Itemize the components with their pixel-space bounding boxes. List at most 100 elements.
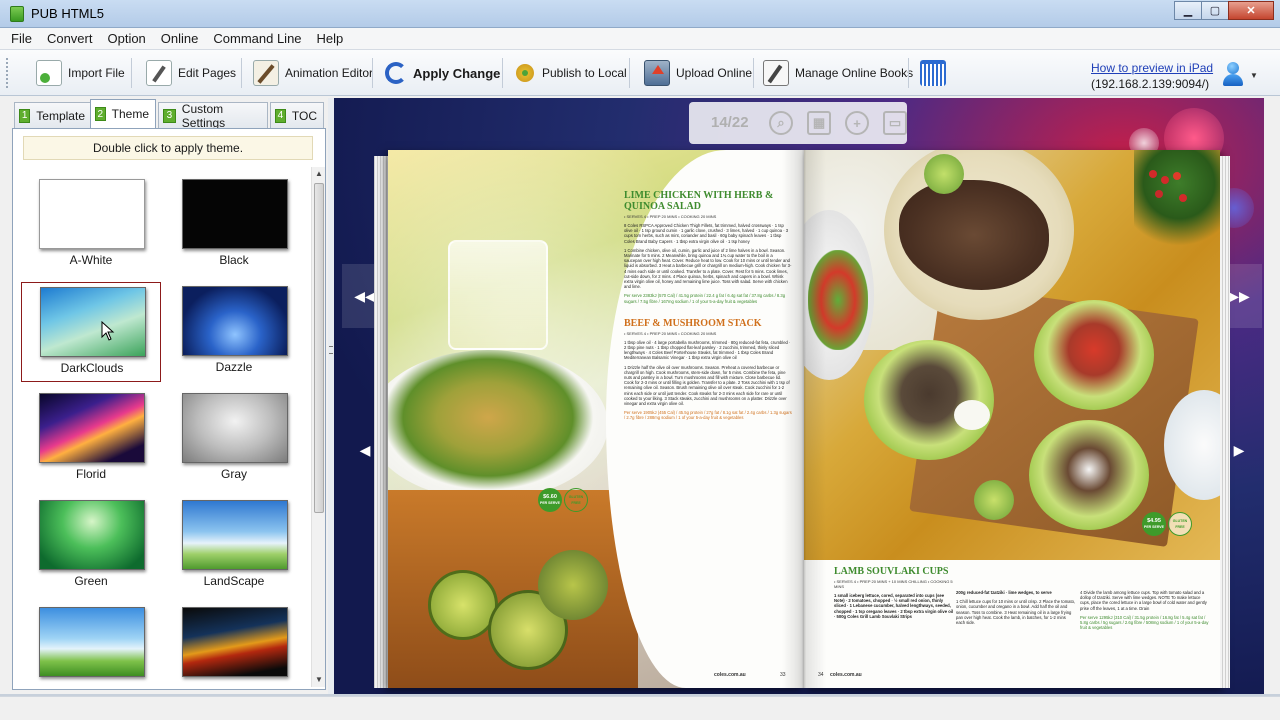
page-footer-site: coles.com.au: [714, 672, 746, 678]
minimize-button[interactable]: ▁: [1174, 1, 1202, 20]
toolbar-separator: [502, 58, 503, 88]
splitter-grip-icon: [329, 346, 333, 354]
preview-ipad-link[interactable]: How to preview in iPad: [1091, 61, 1213, 75]
menu-option[interactable]: Option: [107, 31, 145, 46]
recipe-ingredients: 1 tbsp olive oil · 4 large portabella mu…: [624, 339, 791, 361]
price-badge: $6.60 PER SERVE: [538, 488, 562, 512]
page-indicator[interactable]: 14/22: [711, 114, 749, 131]
barcode-button[interactable]: [920, 56, 952, 90]
left-panel: 1 Template 2 Theme 3 Custom Settings 4 T…: [10, 98, 328, 694]
theme-label: DarkClouds: [60, 361, 124, 375]
lime-wedge: [974, 480, 1014, 520]
manage-online-books-button[interactable]: Manage Online Books: [763, 56, 913, 90]
scroll-up-icon[interactable]: ▲: [312, 167, 326, 181]
menu-help[interactable]: Help: [317, 31, 344, 46]
tab-theme[interactable]: 2 Theme: [90, 99, 156, 128]
animation-editor-label: Animation Editor: [285, 66, 374, 80]
right-page[interactable]: $4.95 PER SERVE GLUTEN FREE LAMB SOUVLAKI…: [804, 150, 1220, 688]
left-page[interactable]: LIME CHICKEN WITH HERB & QUINOA SALAD • …: [388, 150, 804, 688]
zoom-in-icon[interactable]: +: [845, 111, 869, 135]
theme-thumbnail: [39, 179, 145, 249]
recipe-column-right-2: 200g reduced-fat tzatziki · lime wedges,…: [956, 590, 1076, 625]
maximize-button[interactable]: ▢: [1201, 1, 1229, 20]
theme-list: A-White Black DarkClouds Dazzle Florid G…: [21, 175, 307, 687]
upload-icon: [644, 60, 670, 86]
mouse-cursor-icon: [101, 321, 115, 341]
zoom-icon[interactable]: ⌕: [769, 111, 793, 135]
recipe-title: LIME CHICKEN WITH HERB & QUINOA SALAD: [624, 190, 774, 212]
publish-local-button[interactable]: Publish to Local: [514, 56, 627, 90]
chilli-berries: [1149, 170, 1157, 178]
lettuce-cup: [1029, 420, 1149, 530]
animation-editor-button[interactable]: Animation Editor: [253, 56, 373, 90]
recipe-method: 1 Chill lettuce cups for 10 mins or unti…: [956, 599, 1076, 626]
apply-change-button[interactable]: Apply Change: [385, 56, 500, 90]
status-bar: [0, 696, 1280, 720]
page-number: 34: [818, 672, 824, 678]
theme-item-sky[interactable]: [21, 603, 161, 687]
theme-item-darkclouds[interactable]: DarkClouds: [21, 282, 161, 382]
theme-thumbnail: [182, 393, 288, 463]
recipe-column-left: LIME CHICKEN WITH HERB & QUINOA SALAD • …: [624, 190, 792, 421]
toolbar-grip[interactable]: [6, 58, 10, 88]
user-icon[interactable]: ▼: [1220, 62, 1258, 88]
import-file-button[interactable]: Import File: [36, 56, 125, 90]
theme-item-landscape[interactable]: LandScape: [164, 496, 304, 596]
price-badge: $4.95 PER SERVE: [1142, 512, 1166, 536]
chevron-down-icon[interactable]: ▼: [1250, 71, 1258, 80]
theme-thumbnail: [182, 500, 288, 570]
theme-thumbnail: [39, 393, 145, 463]
close-button[interactable]: ✕: [1228, 1, 1274, 20]
fullscreen-icon[interactable]: ▭: [883, 111, 907, 135]
price-value: $4.95: [1147, 518, 1161, 524]
lettuce-cup: [1034, 300, 1154, 410]
scrollbar-thumb[interactable]: [314, 183, 324, 513]
theme-thumbnail: [39, 500, 145, 570]
tomato-salad: [808, 250, 868, 350]
edit-pages-button[interactable]: Edit Pages: [146, 56, 236, 90]
theme-item-sunset[interactable]: [164, 603, 304, 687]
tab-label: Template: [36, 108, 85, 123]
water-glass: [448, 240, 548, 350]
gluten-free-text: GLUTEN FREE: [1172, 519, 1188, 529]
toolbar-separator: [241, 58, 242, 88]
tab-label: TOC: [291, 108, 317, 123]
tab-custom-settings[interactable]: 3 Custom Settings: [158, 102, 268, 130]
tzatziki: [954, 400, 990, 430]
tab-template[interactable]: 1 Template: [14, 102, 92, 128]
preview-ip-address: (192.168.2.139:9094/): [1091, 77, 1210, 91]
theme-item-florid[interactable]: Florid: [21, 389, 161, 489]
lime-wedge: [924, 154, 964, 194]
book-toolbar: 14/22 ⌕ ▦ + ▭: [689, 102, 907, 144]
upload-online-button[interactable]: Upload Online: [644, 56, 752, 90]
menu-command-line[interactable]: Command Line: [213, 31, 301, 46]
theme-label: Florid: [75, 467, 106, 481]
theme-item-black[interactable]: Black: [164, 175, 304, 275]
menu-online[interactable]: Online: [161, 31, 199, 46]
theme-item-green[interactable]: Green: [21, 496, 161, 596]
recipe-nutrition: Per serve 2383kJ (570 Cal) / 41.5g prote…: [624, 293, 786, 304]
lamb-photo: [804, 150, 1220, 560]
tab-toc[interactable]: 4 TOC: [270, 102, 324, 128]
flipbook[interactable]: LIME CHICKEN WITH HERB & QUINOA SALAD • …: [374, 150, 1230, 692]
window-title: PUB HTML5: [31, 6, 104, 21]
menu-convert[interactable]: Convert: [47, 31, 93, 46]
thumbnails-icon[interactable]: ▦: [807, 111, 831, 135]
menu-file[interactable]: File: [11, 31, 32, 46]
theme-thumbnail: [39, 607, 145, 677]
recipe-nutrition: Per serve 1905kJ (455 Cal) / 45.5g prote…: [624, 410, 792, 421]
price-caption: PER SERVE: [540, 501, 560, 505]
recipe-title: LAMB SOUVLAKI CUPS: [834, 566, 949, 577]
publish-icon: [514, 62, 536, 84]
theme-label: Dazzle: [215, 360, 253, 374]
barcode-icon: [920, 60, 946, 86]
scroll-down-icon[interactable]: ▼: [312, 673, 326, 687]
gluten-free-badge: GLUTEN FREE: [564, 488, 588, 512]
toolbar-separator: [372, 58, 373, 88]
theme-thumbnail: [40, 287, 146, 357]
theme-item-a-white[interactable]: A-White: [21, 175, 161, 275]
theme-list-scrollbar[interactable]: ▲ ▼: [311, 167, 325, 687]
theme-item-dazzle[interactable]: Dazzle: [164, 282, 304, 382]
price-value: $6.60: [543, 494, 557, 500]
theme-item-gray[interactable]: Gray: [164, 389, 304, 489]
